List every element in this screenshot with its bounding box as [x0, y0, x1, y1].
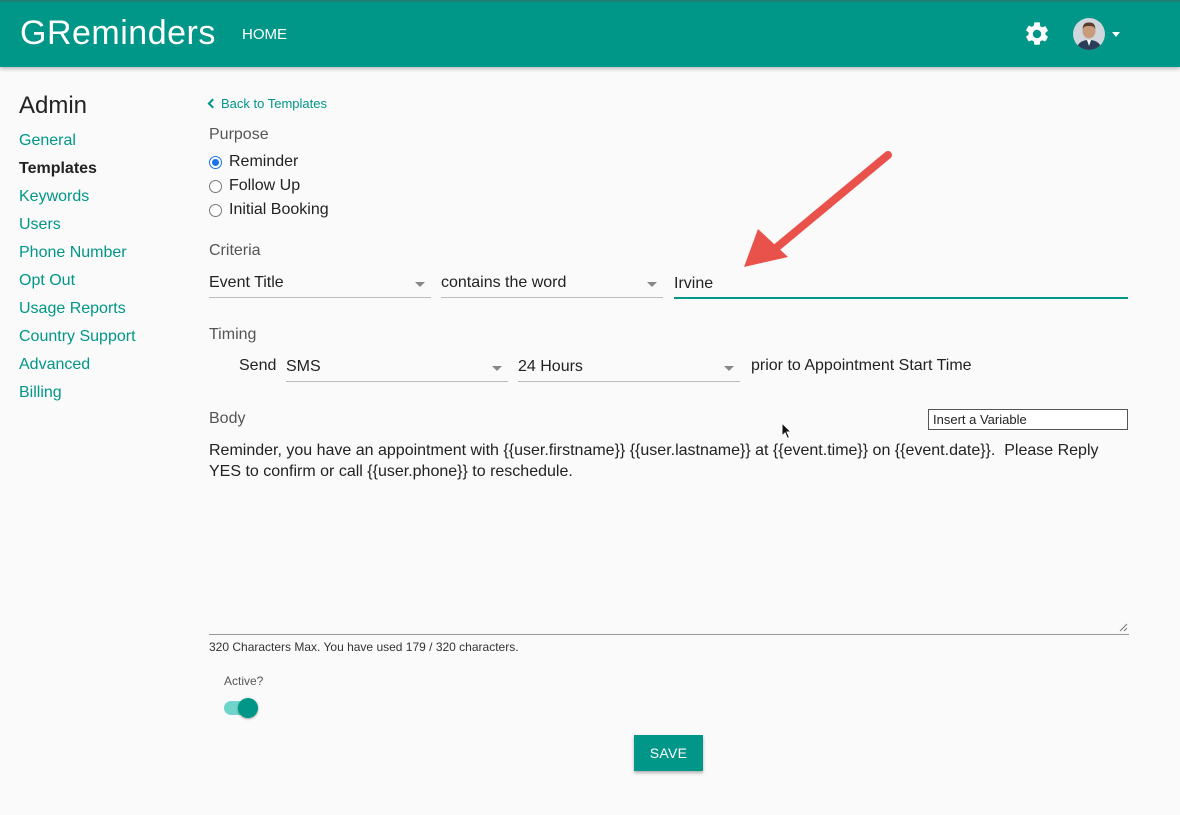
sidebar-item-general[interactable]: General [19, 131, 189, 159]
sidebar-item-usage-reports[interactable]: Usage Reports [19, 299, 189, 327]
radio-reminder[interactable]: Reminder [209, 153, 298, 171]
top-navbar: GReminders HOME [0, 0, 1180, 67]
nav-home-link[interactable]: HOME [242, 26, 287, 43]
purpose-label: Purpose [209, 126, 269, 143]
timing-label: Timing [209, 326, 257, 343]
radio-initial-booking[interactable]: Initial Booking [209, 201, 329, 219]
insert-variable-select[interactable]: Insert a Variable [928, 409, 1128, 430]
criteria-label: Criteria [209, 242, 261, 259]
radio-button-checked[interactable] [209, 155, 222, 169]
radio-label: Initial Booking [229, 201, 329, 218]
chevron-left-icon [207, 98, 218, 109]
criteria-field-select[interactable]: Event Title [209, 272, 431, 298]
sidebar-item-templates[interactable]: Templates [19, 159, 189, 187]
radio-button[interactable] [209, 203, 222, 217]
save-button[interactable]: SAVE [634, 735, 703, 771]
radio-label: Follow Up [229, 177, 301, 194]
admin-sidebar: Admin General Templates Keywords Users P… [19, 92, 189, 411]
sidebar-item-advanced[interactable]: Advanced [19, 355, 189, 383]
channel-select[interactable]: SMS [286, 356, 508, 382]
dropdown-arrow-icon [647, 282, 657, 287]
offset-select[interactable]: 24 Hours [518, 356, 740, 382]
dropdown-arrow-icon [724, 366, 734, 371]
criteria-value-input[interactable] [674, 270, 1128, 299]
user-avatar[interactable] [1073, 18, 1105, 50]
gear-icon[interactable] [1023, 20, 1051, 48]
dropdown-arrow-icon [415, 282, 425, 287]
criteria-operator-select[interactable]: contains the word [441, 272, 663, 298]
timing-suffix: prior to Appointment Start Time [751, 357, 972, 374]
mouse-cursor-icon [781, 422, 793, 440]
body-textarea[interactable]: Reminder, you have an appointment with {… [209, 440, 1129, 635]
sidebar-title: Admin [19, 92, 88, 119]
radio-label: Reminder [229, 153, 299, 170]
active-label: Active? [224, 674, 264, 688]
sidebar-item-users[interactable]: Users [19, 215, 189, 243]
sidebar-item-opt-out[interactable]: Opt Out [19, 271, 189, 299]
character-count: 320 Characters Max. You have used 179 / … [209, 640, 519, 654]
channel-value: SMS [286, 358, 321, 375]
radio-follow-up[interactable]: Follow Up [209, 177, 300, 195]
offset-value: 24 Hours [518, 358, 583, 375]
caret-down-icon[interactable] [1112, 32, 1120, 37]
send-label: Send [239, 357, 277, 374]
sidebar-item-phone-number[interactable]: Phone Number [19, 243, 189, 271]
toggle-knob [238, 698, 258, 718]
back-to-templates-link[interactable]: Back to Templates [207, 96, 327, 111]
back-link-label: Back to Templates [221, 96, 327, 111]
sidebar-item-keywords[interactable]: Keywords [19, 187, 189, 215]
annotation-arrow-icon [744, 151, 892, 267]
resize-handle-icon[interactable] [1118, 622, 1128, 632]
criteria-operator-value: contains the word [441, 274, 567, 291]
sidebar-item-country-support[interactable]: Country Support [19, 327, 189, 355]
app-logo[interactable]: GReminders [20, 14, 216, 53]
criteria-field-value: Event Title [209, 274, 284, 291]
sidebar-item-billing[interactable]: Billing [19, 383, 189, 411]
active-toggle[interactable] [224, 698, 260, 718]
body-label: Body [209, 410, 246, 427]
dropdown-arrow-icon [492, 366, 502, 371]
radio-button[interactable] [209, 179, 222, 193]
